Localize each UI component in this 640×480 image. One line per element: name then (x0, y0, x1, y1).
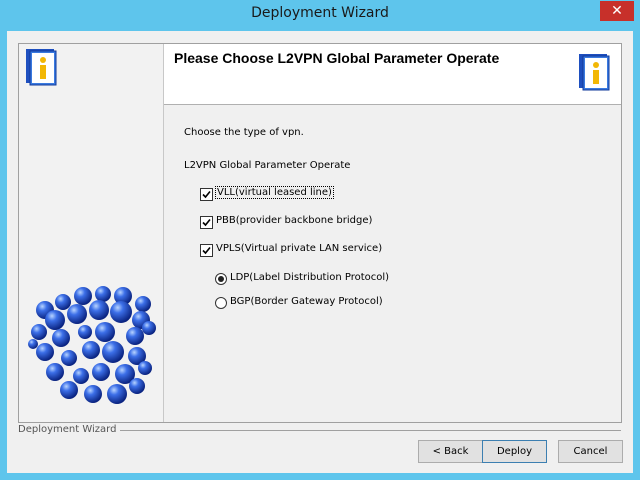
info-book-icon (26, 49, 57, 86)
vll-checkbox[interactable] (200, 188, 213, 201)
checkmark-icon (202, 190, 211, 199)
back-button[interactable]: < Back (418, 440, 483, 463)
footer-divider (117, 430, 621, 431)
footer-label: Deployment Wizard (18, 424, 121, 435)
client-area: Please Choose L2VPN Global Parameter Ope… (7, 31, 633, 473)
cancel-button[interactable]: Cancel (558, 440, 623, 463)
bgp-label: BGP(Border Gateway Protocol) (230, 296, 383, 307)
molecule-spheres-image (28, 286, 156, 404)
ldp-radio[interactable] (215, 273, 227, 285)
left-banner (19, 44, 164, 422)
checkmark-icon (202, 218, 211, 227)
title-bar[interactable]: Deployment Wizard ✕ (0, 0, 640, 31)
vll-label: VLL(virtual leased line) (215, 186, 334, 199)
deploy-button[interactable]: Deploy (482, 440, 547, 463)
vpls-checkbox[interactable] (200, 244, 213, 257)
pbb-label: PBB(provider backbone bridge) (216, 215, 373, 226)
vpls-label: VPLS(Virtual private LAN service) (216, 243, 383, 254)
intro-text: Choose the type of vpn. (184, 127, 304, 138)
wizard-header: Please Choose L2VPN Global Parameter Ope… (164, 44, 621, 105)
ldp-label: LDP(Label Distribution Protocol) (230, 272, 390, 283)
info-icon (579, 54, 610, 91)
close-icon: ✕ (611, 3, 623, 19)
wizard-body: Choose the type of vpn. L2VPN Global Par… (164, 105, 621, 422)
page-title: Please Choose L2VPN Global Parameter Ope… (174, 50, 500, 66)
bgp-radio[interactable] (215, 297, 227, 309)
checkmark-icon (202, 246, 211, 255)
group-label: L2VPN Global Parameter Operate (184, 160, 351, 171)
close-button[interactable]: ✕ (600, 1, 634, 21)
radio-selected-dot (218, 276, 224, 282)
wizard-panel: Please Choose L2VPN Global Parameter Ope… (18, 43, 622, 423)
window-title: Deployment Wizard (251, 5, 389, 21)
wizard-window: Deployment Wizard ✕ Please Choose L2VPN … (0, 0, 640, 480)
pbb-checkbox[interactable] (200, 216, 213, 229)
